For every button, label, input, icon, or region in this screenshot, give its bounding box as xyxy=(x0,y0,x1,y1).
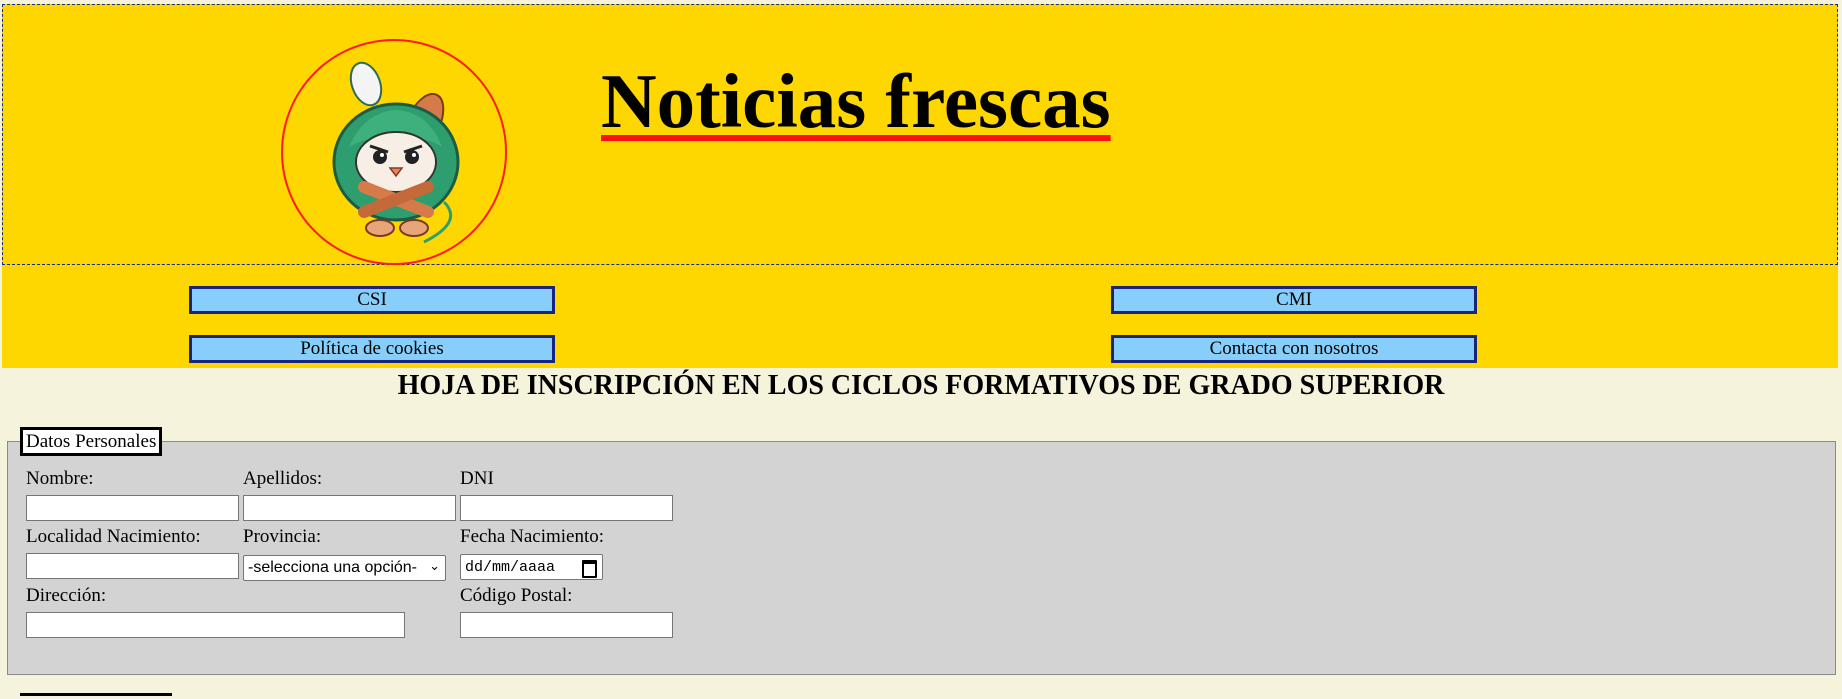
chevron-down-icon: ⌄ xyxy=(429,558,440,573)
provincia-selected-value: -selecciona una opción- xyxy=(248,559,417,576)
codigo-postal-input[interactable] xyxy=(460,612,673,638)
site-title: Noticias frescas xyxy=(601,58,1111,144)
nav-item-csi[interactable]: CSI xyxy=(189,286,555,314)
nav-item-cmi[interactable]: CMI xyxy=(1111,286,1477,314)
nombre-label: Nombre: xyxy=(26,468,94,489)
direccion-input[interactable] xyxy=(26,612,405,638)
provincia-select[interactable]: -selecciona una opción- ⌄ xyxy=(243,555,446,581)
site-header: Noticias frescas xyxy=(2,4,1838,265)
apellidos-label: Apellidos: xyxy=(243,468,323,489)
apellidos-input[interactable] xyxy=(243,495,456,521)
codigo-postal-label: Código Postal: xyxy=(460,585,573,606)
localidad-input[interactable] xyxy=(26,553,239,579)
dni-label: DNI xyxy=(460,468,494,489)
localidad-label: Localidad Nacimiento: xyxy=(26,526,201,547)
nav-item-contact[interactable]: Contacta con nosotros xyxy=(1111,335,1477,363)
logo xyxy=(281,39,507,265)
nombre-input[interactable] xyxy=(26,495,239,521)
direccion-label: Dirección: xyxy=(26,585,107,606)
mascot-icon xyxy=(332,61,460,244)
fecha-placeholder: dd/mm/aaaa xyxy=(465,558,556,576)
calendar-icon[interactable] xyxy=(582,560,597,578)
fecha-date-input[interactable]: dd/mm/aaaa xyxy=(460,554,603,580)
next-fieldset-legend xyxy=(20,693,172,699)
nav-item-cookies[interactable]: Política de cookies xyxy=(189,335,555,363)
fecha-label: Fecha Nacimiento: xyxy=(460,526,605,547)
fieldset-legend: Datos Personales xyxy=(20,427,163,456)
dni-input[interactable] xyxy=(460,495,673,521)
provincia-label: Provincia: xyxy=(243,526,322,547)
page-title: HOJA DE INSCRIPCIÓN EN LOS CICLOS FORMAT… xyxy=(397,370,1445,401)
